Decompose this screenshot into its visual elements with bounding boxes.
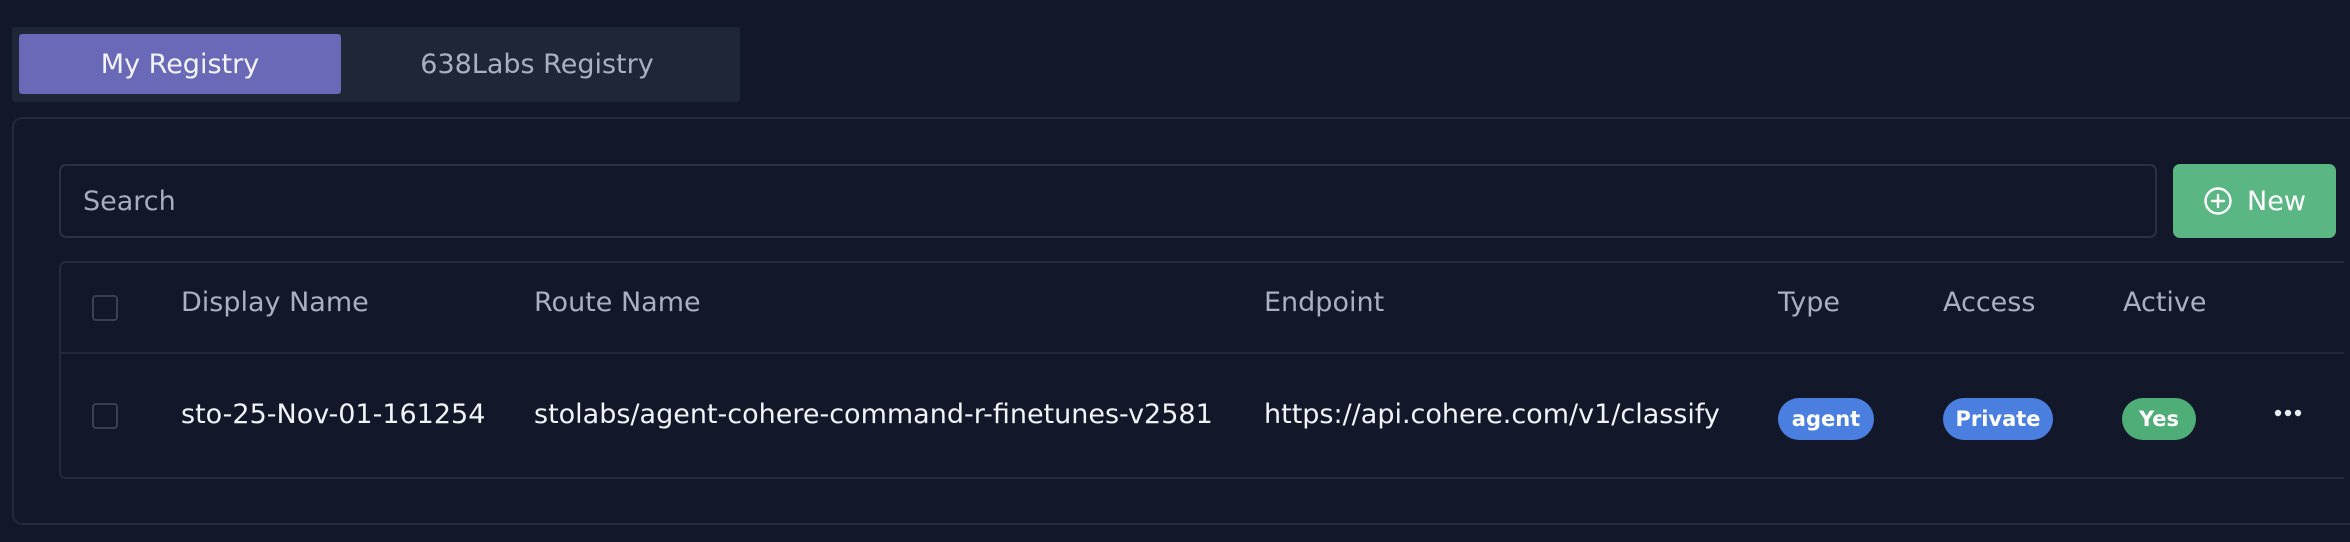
table-header-divider <box>61 352 2344 354</box>
tab-638labs-registry[interactable]: 638Labs Registry <box>341 34 733 94</box>
column-header-display-name[interactable]: Display Name <box>181 287 369 318</box>
select-all-checkbox[interactable] <box>92 295 118 321</box>
row-checkbox[interactable] <box>92 403 118 429</box>
column-header-endpoint[interactable]: Endpoint <box>1264 287 1384 318</box>
plus-circle-icon <box>2203 186 2233 216</box>
search-placeholder: Search <box>83 185 176 217</box>
search-input[interactable]: Search <box>59 164 2157 238</box>
row-display-name: sto-25-Nov-01-161254 <box>181 399 486 430</box>
column-header-route-name[interactable]: Route Name <box>534 287 701 318</box>
access-badge: Private <box>1943 398 2053 440</box>
row-route-name: stolabs/agent-cohere-command-r-finetunes… <box>534 399 1213 430</box>
new-button-label: New <box>2247 185 2306 217</box>
column-header-type[interactable]: Type <box>1778 287 1840 318</box>
type-badge: agent <box>1778 398 1874 440</box>
tab-my-registry[interactable]: My Registry <box>19 34 341 94</box>
row-endpoint: https://api.cohere.com/v1/classify <box>1264 399 1720 430</box>
new-button[interactable]: New <box>2173 164 2336 238</box>
column-header-access[interactable]: Access <box>1943 287 2035 318</box>
more-horizontal-icon[interactable] <box>2271 398 2305 428</box>
column-header-active[interactable]: Active <box>2123 287 2207 318</box>
active-badge: Yes <box>2122 398 2196 440</box>
registry-tabs: My Registry 638Labs Registry <box>12 27 740 102</box>
